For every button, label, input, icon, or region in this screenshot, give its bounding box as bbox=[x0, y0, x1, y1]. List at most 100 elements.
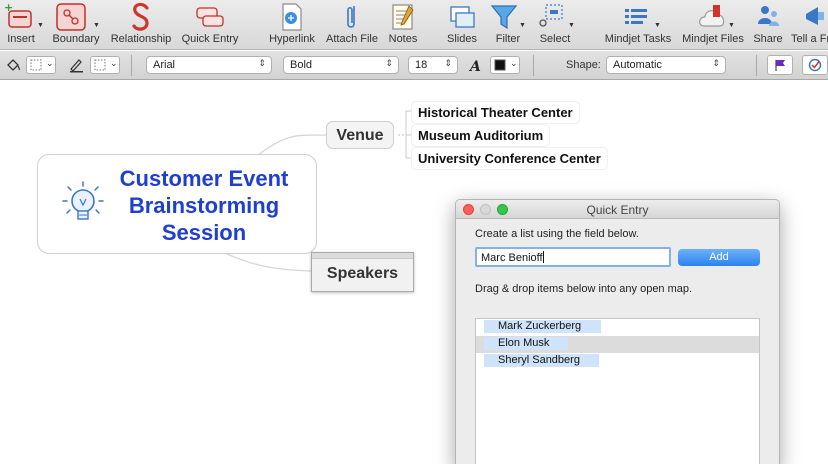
subtopic-university-conference[interactable]: University Conference Center bbox=[412, 148, 607, 169]
quick-entry-label: Quick Entry bbox=[181, 33, 239, 45]
task-progress-button[interactable] bbox=[802, 55, 828, 75]
text-color-picker[interactable]: ⌄ bbox=[490, 56, 520, 74]
notes-button[interactable]: Notes bbox=[384, 0, 422, 50]
boundary-button[interactable]: ▼ Boundary bbox=[47, 0, 105, 50]
venue-topic[interactable]: Venue bbox=[326, 121, 394, 149]
chevron-down-icon: ⌄ bbox=[510, 58, 518, 68]
insert-label: Insert bbox=[7, 33, 35, 45]
paperclip-icon bbox=[347, 6, 355, 28]
chevron-down-icon: ▼ bbox=[568, 22, 575, 29]
share-button[interactable]: Share bbox=[750, 0, 786, 50]
font-family-value: Arial bbox=[153, 59, 176, 71]
insert-button[interactable]: + ▼ Insert bbox=[0, 0, 44, 50]
quick-entry-window: Quick Entry Create a list using the fiel… bbox=[455, 199, 780, 464]
chevron-updown-icon: ⇕ bbox=[444, 58, 452, 68]
chevron-updown-icon: ⇕ bbox=[712, 58, 720, 68]
mindjet-tasks-button[interactable]: ▼ Mindjet Tasks bbox=[602, 0, 674, 50]
hyperlink-label: Hyperlink bbox=[269, 33, 315, 45]
mindjet-files-label: Mindjet Files bbox=[682, 33, 744, 45]
share-label: Share bbox=[753, 33, 783, 45]
input-value: Marc Benioff bbox=[481, 252, 543, 264]
list-item-label: Sheryl Sandberg bbox=[484, 354, 599, 367]
svg-text:A: A bbox=[468, 59, 481, 74]
minimize-button[interactable] bbox=[480, 204, 491, 215]
boundary-label: Boundary bbox=[52, 33, 100, 45]
font-family-select[interactable]: Arial ⇕ bbox=[146, 56, 272, 74]
font-size-select[interactable]: 18 ⇕ bbox=[408, 56, 458, 74]
flag-button[interactable] bbox=[767, 55, 793, 75]
select-button[interactable]: ▼ Select bbox=[534, 0, 576, 50]
divider bbox=[131, 55, 132, 76]
relationship-icon bbox=[132, 2, 149, 31]
drag-handle[interactable] bbox=[312, 253, 413, 259]
relationship-label: Relationship bbox=[110, 33, 172, 45]
central-topic-title: Customer Event Brainstorming Session bbox=[119, 166, 289, 245]
font-size-value: 18 bbox=[415, 59, 428, 71]
notes-icon bbox=[392, 4, 414, 30]
font-weight-value: Bold bbox=[290, 59, 313, 71]
shape-select[interactable]: Automatic ⇕ bbox=[606, 56, 726, 74]
close-button[interactable] bbox=[463, 204, 474, 215]
format-bar: ⌄ ⌄ Arial ⇕ Bold ⇕ 18 ⇕ A ⌄ Shape: Autom… bbox=[0, 51, 828, 80]
chevron-down-icon: ⌄ bbox=[46, 58, 54, 68]
megaphone-icon bbox=[806, 7, 824, 25]
list-item[interactable]: Sheryl Sandberg bbox=[476, 353, 759, 370]
shape-label: Shape: bbox=[566, 59, 601, 71]
boundary-icon bbox=[56, 3, 86, 31]
chevron-updown-icon: ⇕ bbox=[258, 58, 266, 68]
subtopic-historical-theater[interactable]: Historical Theater Center bbox=[412, 102, 579, 123]
mindjet-files-button[interactable]: ▼ Mindjet Files bbox=[678, 0, 748, 50]
zoom-button[interactable] bbox=[497, 204, 508, 215]
venue-label: Venue bbox=[336, 127, 384, 144]
shape-value: Automatic bbox=[613, 59, 662, 71]
central-topic[interactable]: Customer Event Brainstorming Session bbox=[37, 154, 317, 254]
entry-list[interactable]: Mark Zuckerberg Elon Musk Sheryl Sandber… bbox=[475, 318, 760, 464]
fill-color-picker[interactable]: ⌄ bbox=[26, 56, 56, 74]
quick-entry-input[interactable]: Marc Benioff bbox=[475, 247, 671, 267]
subtopic-label: Historical Theater Center bbox=[418, 105, 573, 120]
no-color-icon bbox=[94, 59, 106, 71]
notes-label: Notes bbox=[388, 33, 418, 45]
hyperlink-button[interactable]: Hyperlink bbox=[265, 0, 319, 50]
speakers-topic[interactable]: Speakers bbox=[311, 252, 414, 292]
add-button[interactable]: Add bbox=[678, 249, 760, 266]
toolbar: + ▼ Insert ▼ Boundary Relationship Quick… bbox=[0, 0, 828, 50]
drag-hint-text: Drag & drop items below into any open ma… bbox=[475, 283, 693, 295]
window-title: Quick Entry bbox=[586, 203, 649, 217]
speakers-label: Speakers bbox=[326, 265, 399, 282]
font-weight-select[interactable]: Bold ⇕ bbox=[283, 56, 399, 74]
tell-a-friend-button[interactable]: Tell a Fr bbox=[788, 0, 828, 50]
line-pen-icon[interactable] bbox=[68, 57, 84, 73]
no-color-icon bbox=[30, 59, 42, 71]
filter-button[interactable]: ▼ Filter bbox=[488, 0, 528, 50]
progress-check-icon bbox=[808, 58, 822, 72]
list-item[interactable]: Mark Zuckerberg bbox=[476, 319, 759, 336]
relationship-button[interactable]: Relationship bbox=[107, 0, 175, 50]
text-color-icon bbox=[494, 59, 506, 71]
hyperlink-icon bbox=[282, 3, 302, 31]
chevron-down-icon: ▼ bbox=[37, 22, 44, 29]
list-item[interactable]: Elon Musk bbox=[476, 336, 759, 353]
quick-entry-icon bbox=[196, 7, 224, 27]
subtopic-museum-auditorium[interactable]: Museum Auditorium bbox=[412, 125, 550, 146]
text-style-icon[interactable]: A bbox=[468, 58, 482, 74]
quick-entry-button[interactable]: Quick Entry bbox=[177, 0, 243, 50]
lightbulb-icon bbox=[62, 181, 104, 220]
chevron-updown-icon: ⇕ bbox=[385, 58, 393, 68]
app-window: + ▼ Insert ▼ Boundary Relationship Quick… bbox=[0, 0, 828, 464]
select-label: Select bbox=[539, 33, 571, 45]
tell-a-friend-label: Tell a Fr bbox=[791, 33, 828, 45]
chevron-down-icon: ⌄ bbox=[110, 58, 118, 68]
line-color-picker[interactable]: ⌄ bbox=[90, 56, 120, 74]
slides-icon bbox=[450, 6, 475, 28]
divider bbox=[756, 55, 757, 76]
attach-file-button[interactable]: Attach File bbox=[322, 0, 382, 50]
slides-button[interactable]: Slides bbox=[444, 0, 480, 50]
flag-icon bbox=[775, 60, 785, 71]
fill-bucket-icon[interactable] bbox=[5, 57, 21, 73]
list-item-label: Elon Musk bbox=[484, 337, 568, 350]
chevron-down-icon: ▼ bbox=[728, 22, 735, 29]
filter-icon bbox=[490, 5, 518, 30]
select-icon bbox=[539, 4, 563, 27]
cloud-files-icon bbox=[699, 5, 725, 27]
